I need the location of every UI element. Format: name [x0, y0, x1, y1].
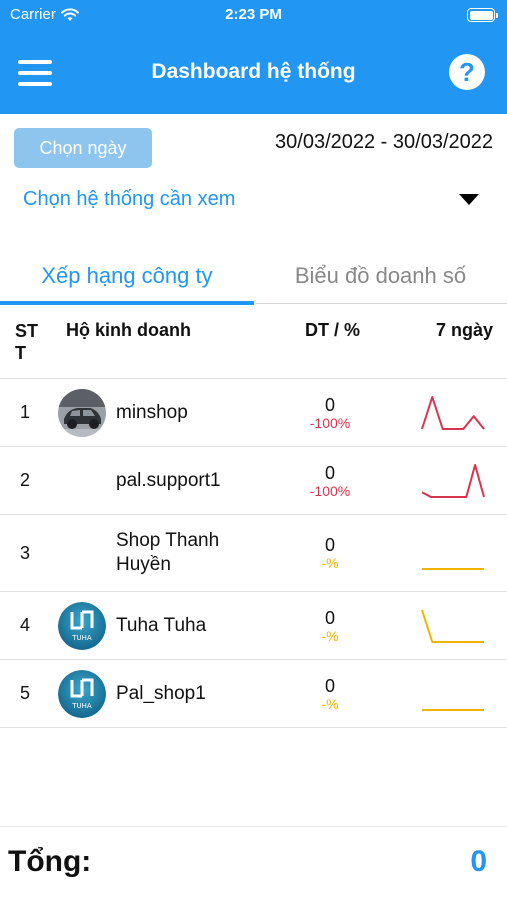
shop-name: minshop	[116, 401, 188, 423]
nav-bar: Dashboard hệ thống ?	[0, 32, 507, 114]
svg-text:TUHA: TUHA	[71, 702, 92, 710]
table-row[interactable]: 2 pal.support1 0 -100%	[0, 447, 507, 515]
avatar	[58, 389, 106, 437]
tuha-logo-avatar: TUHA	[58, 602, 106, 650]
select-date-button[interactable]: Chọn ngày	[14, 128, 152, 168]
row-rank: 1	[20, 402, 31, 422]
total-label: Tổng:	[8, 845, 92, 878]
header-revenue: DT / %	[304, 320, 360, 340]
row-rank: 3	[20, 542, 31, 563]
tab-label: Biểu đồ doanh số	[294, 263, 467, 288]
table-row[interactable]: 3 Shop Thanh Huyền 0 -%	[0, 515, 507, 592]
sparkline-series	[421, 464, 485, 498]
revenue-percent: -%	[321, 555, 339, 571]
revenue-cell: 0 -%	[270, 515, 390, 591]
sparkline-chart	[422, 709, 484, 711]
shop-name: Pal_shop1	[116, 682, 206, 704]
total-value: 0	[470, 845, 487, 878]
svg-text:TUHA: TUHA	[71, 634, 92, 642]
revenue-cell: 0 -100%	[270, 447, 390, 514]
revenue-cell: 0 -%	[270, 660, 390, 727]
revenue-percent: -100%	[309, 414, 351, 431]
sparkline-chart	[421, 396, 485, 430]
row-rank: 2	[20, 470, 31, 490]
battery-icon	[467, 8, 498, 22]
tuha-logo-avatar: TUHA	[58, 670, 106, 718]
status-bar: Carrier 2:23 PM	[0, 0, 507, 32]
sparkline-series	[421, 396, 485, 430]
revenue-percent: -%	[321, 627, 339, 644]
sparkline-chart	[421, 609, 484, 643]
row-rank: 5	[20, 683, 31, 703]
header-shop: Hộ kinh doanh	[66, 320, 191, 340]
shop-name: Shop Thanh Huyền	[116, 530, 220, 575]
revenue-value: 0	[324, 607, 335, 628]
revenue-percent: -100%	[309, 482, 351, 499]
table-header: ST T Hộ kinh doanh DT / % 7 ngày	[0, 304, 507, 379]
table-row[interactable]: 4 TUHA Tuha Tuha 0 -%	[0, 592, 507, 660]
revenue-cell: 0 -%	[270, 592, 390, 659]
revenue-value: 0	[324, 394, 335, 415]
revenue-value: 0	[324, 675, 335, 696]
shop-name: pal.support1	[116, 469, 221, 491]
date-range-label: 30/03/2022 - 30/03/2022	[275, 131, 493, 153]
tab-sales-chart[interactable]: Biểu đồ doanh số	[254, 256, 507, 304]
system-select-dropdown[interactable]: Chọn hệ thống cần xem	[23, 184, 493, 214]
tab-label: Xếp hạng công ty	[41, 263, 213, 288]
status-time: 2:23 PM	[225, 6, 282, 23]
system-select-label: Chọn hệ thống cần xem	[23, 188, 236, 210]
sparkline-series	[421, 609, 484, 643]
table-row[interactable]: 1 minshop 0 -100%	[0, 379, 507, 447]
revenue-percent: -%	[321, 695, 339, 712]
revenue-value: 0	[324, 462, 335, 483]
sparkline-chart	[422, 568, 484, 570]
header-stt: ST T	[15, 321, 39, 363]
table-row[interactable]: 5 TUHA Pal_shop1 0 -%	[0, 660, 507, 728]
total-bar: Tổng: 0	[0, 826, 507, 900]
sparkline-chart	[421, 464, 485, 498]
tab-company-ranking[interactable]: Xếp hạng công ty	[0, 256, 254, 305]
tab-bar: Xếp hạng công ty Biểu đồ doanh số	[0, 256, 507, 305]
page-title: Dashboard hệ thống	[151, 60, 356, 83]
revenue-value: 0	[324, 535, 335, 555]
help-icon[interactable]: ?	[449, 54, 485, 90]
triangle-down-icon	[459, 194, 479, 205]
revenue-cell: 0 -100%	[270, 379, 390, 446]
header-7-days: 7 ngày	[435, 320, 493, 340]
row-rank: 4	[20, 615, 31, 635]
shop-name: Tuha Tuha	[116, 614, 207, 636]
